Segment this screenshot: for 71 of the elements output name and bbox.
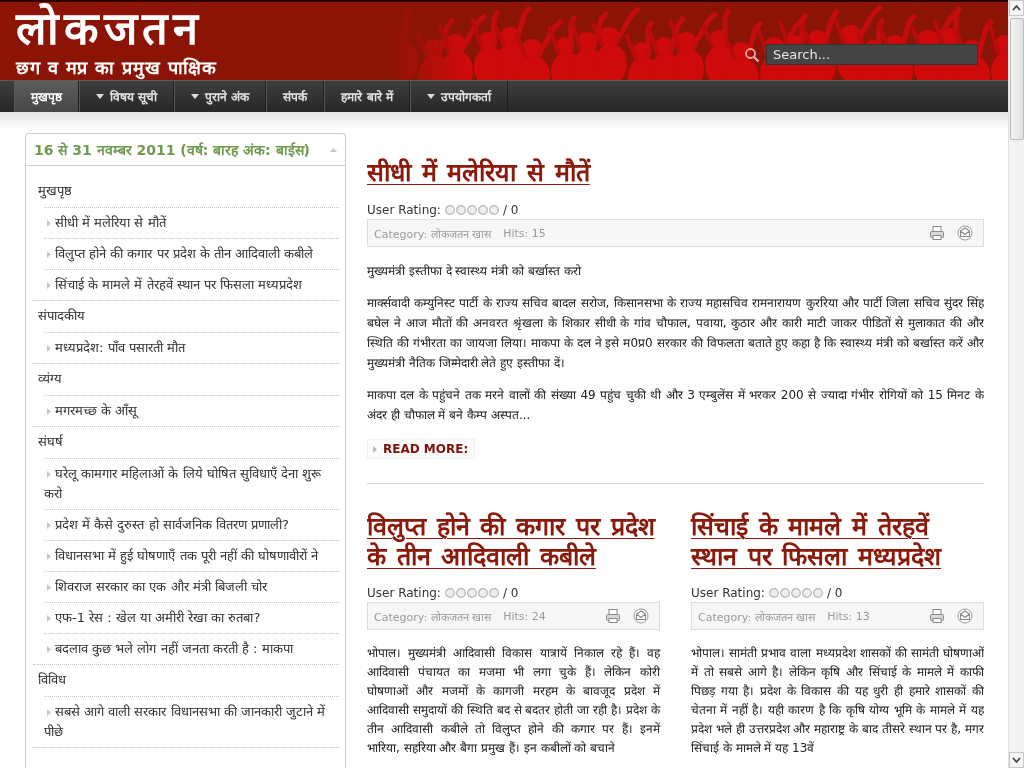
sidebar-category-link[interactable]: संपादकीय <box>33 301 90 332</box>
article-paragraph: मार्क्सवादी कम्युनिस्ट पार्टी के राज्य सचिव बादल सरोज, किसानसभा के राज्य महासचिव रामनारायण कुररिया और पार्टी जिला सचिव सुंदर सिंह बघेल ने आज मौतों की अनवरत श्रृंखला के शिकार सीधी के गांव चौफाल, पवाया, कुठार और कारी माटी जाकर पीडितों से मुलाकात की और स्थिति की गंभीरता का जायजा लिया। माकपा के दल ने इसे म0प्र0 सरकार की विफलता बताते हुए कहा है कि स्वास्थ्य मंत्री को बर्खास्त करें और मुख्यमंत्री नैतिक जिम्मेदारी लेते हुए इस्तीफा दें। <box>367 295 984 373</box>
article-paragraph: भोपाल। सामंती प्रभाव वाला मध्यप्रदेश शासकों की सामंती घोषणाओं में तो सबसे आगे है। लेकिन कृषि और सिंचाई के मामले में काफी पिछड़ गया है। प्रदेश के विकास की यह धुरी ही हमारे शासकों की चेतना में नहीं है। यही कारण है कि कृषि योग्य भूमि के मामले में यह प्रदेश भले ही उत्तरप्रदेश और महाराष्ट्र के बाद तीसरे स्थान पर है, मगर सिंचाई के मामले में यह 13वें <box>691 645 984 757</box>
scroll-down-icon[interactable] <box>1009 752 1024 768</box>
bullet-icon <box>47 251 51 258</box>
email-icon[interactable] <box>957 225 973 241</box>
bullet-icon <box>47 709 51 716</box>
rating-label: User Rating: <box>367 586 441 600</box>
bullet-icon <box>47 646 51 653</box>
sidebar-category-link[interactable]: विविध <box>33 665 71 696</box>
scrollbar[interactable] <box>1008 0 1024 768</box>
article-category: Category: लोकजतन खास <box>698 609 816 624</box>
article-category: Category: लोकजतन खास <box>374 226 492 241</box>
article-hits: Hits: 15 <box>503 226 546 240</box>
sidebar-article-link[interactable]: सबसे आगे वाली सरकार विधानसभा की जानकारी जुटाने में पीछे <box>44 702 339 742</box>
sidebar-article-link[interactable]: मध्यप्रदेश: पाँव पसारती मौत <box>44 338 339 358</box>
rating-label: User Rating: <box>367 203 441 217</box>
bullet-icon <box>47 471 51 478</box>
rating-label: User Rating: <box>691 586 765 600</box>
sidebar-article-link[interactable]: सिंचाई के मामले में तेरहवें स्थान पर फिसला मध्यप्रदेश <box>44 275 339 295</box>
article-title-link[interactable]: विलुप्त होने की कगार पर प्रदेश के तीन आदिवाली कबीले <box>367 512 660 572</box>
email-icon[interactable] <box>957 608 973 624</box>
sidebar-article-link[interactable]: सीधी में मलेरिया से मौतें <box>44 213 339 233</box>
rating-count: / 0 <box>502 586 519 600</box>
scroll-up-icon[interactable] <box>1009 0 1024 16</box>
print-icon[interactable] <box>929 225 945 241</box>
sidebar-article-link[interactable]: घरेलू कामगार महिलाओं के लिये घोषित सुविधाएँ देना शुरू करो <box>44 464 339 504</box>
search-field[interactable]: Search... <box>766 44 978 65</box>
bullet-icon <box>47 522 51 529</box>
nav-menu-item[interactable]: मुखपृष्ठ <box>14 81 79 112</box>
bullet-icon <box>47 345 51 352</box>
rating-count: / 0 <box>826 586 843 600</box>
rating-stars[interactable] <box>444 588 499 598</box>
article-hits: Hits: 13 <box>827 609 870 623</box>
bullet-icon <box>47 282 51 289</box>
read-more-link[interactable]: READ MORE: <box>367 439 476 459</box>
sidebar-article-link[interactable]: प्रदेश में कैसे दुरुस्त हो सार्वजनिक वितरण प्रणाली? <box>44 515 339 535</box>
bullet-icon <box>47 220 51 227</box>
print-icon[interactable] <box>929 608 945 624</box>
sidebar-article-link[interactable]: बदलाव कुछ भले लोग नहीं जनता करती है : माकपा <box>44 639 339 659</box>
bullet-icon <box>47 615 51 622</box>
sidebar-category-link[interactable]: व्यंग्य <box>33 364 67 395</box>
scrollbar-thumb[interactable] <box>1009 18 1024 140</box>
sidebar-category-link[interactable]: संघर्ष <box>33 427 68 458</box>
sidebar-title: 16 से 31 नवम्बर 2011 (वर्ष: बारह अंक: बाईस) <box>34 141 310 159</box>
article-paragraph: माकपा दल के पहुंचने तक मरने वालों की संख्या 49 पहुंच चुकी थी और 3 एम्बुलेंस में भरकर 200 से ज्यादा गंभीर रोगियों को 15 मिनट के अंदर ही चौफाल में बने कैम्प अस्पत... <box>367 387 984 424</box>
sidebar-category-link[interactable]: मुखपृष्ठ <box>33 176 77 207</box>
article-paragraph: भोपाल। मुख्यमंत्री आदिवासी विकास यात्रायें निकाल रहे हैं। वह आदिवासी पंचायत का मजमा भी लगा चुके हैं। लेकिन कोरी घोषणाओं और मजमों के कागजी मरहम के बावजूद प्रदेश में आदिवासी समुदायों की स्थिति बद से बदतर होती जा रही है। प्रदेश के तीन आदिवासी कबीले तो विलुप्त होने की कगार पर हैं। इनमें भारिया, सहरिया और बैगा प्रमुख हैं। इन कबीलों को बचाने <box>367 645 660 758</box>
collapse-icon[interactable] <box>330 147 337 152</box>
bullet-icon <box>47 553 51 560</box>
sidebar-article-link[interactable]: मगरमच्छ के आँसू <box>44 401 339 421</box>
rating-stars[interactable] <box>768 588 823 598</box>
site-logo[interactable]: लोकजतन <box>16 2 203 55</box>
rating-count: / 0 <box>502 203 519 217</box>
rating-stars[interactable] <box>444 205 499 215</box>
bullet-icon <box>47 408 51 415</box>
email-icon[interactable] <box>633 608 649 624</box>
bullet-icon <box>47 584 51 591</box>
article-paragraph: मुख्यमंत्री इस्तीफा दे स्वास्थ्य मंत्री को बर्खास्त करो <box>367 263 582 281</box>
sidebar-article-link[interactable]: एफ-1 रेस : खेल या अमीरी रेखा का रुतबा? <box>44 608 339 628</box>
sidebar-article-link[interactable]: विलुप्त होने की कगार पर प्रदेश के तीन आदिवाली कबीले <box>44 244 339 264</box>
article-title-link[interactable]: सिंचाई के मामले में तेरहवें स्थान पर फिसला मध्यप्रदेश <box>691 512 984 572</box>
sidebar-article-link[interactable]: विधानसभा में हुई घोषणाएँ तक पूरी नहीं की घोषणावीरों ने <box>44 546 339 566</box>
sidebar-article-link[interactable]: शिवराज सरकार का एक और मंत्री बिजली चोर <box>44 577 339 597</box>
article-category: Category: लोकजतन खास <box>374 609 492 624</box>
bullet-icon <box>373 445 377 453</box>
search-icon <box>744 46 760 63</box>
site-tagline: छग व मप्र का प्रमुख पाक्षिक <box>16 56 217 80</box>
print-icon[interactable] <box>605 608 621 624</box>
article-title-link[interactable]: सीधी में मलेरिया से मौतें <box>367 157 590 189</box>
article-hits: Hits: 24 <box>503 609 546 623</box>
